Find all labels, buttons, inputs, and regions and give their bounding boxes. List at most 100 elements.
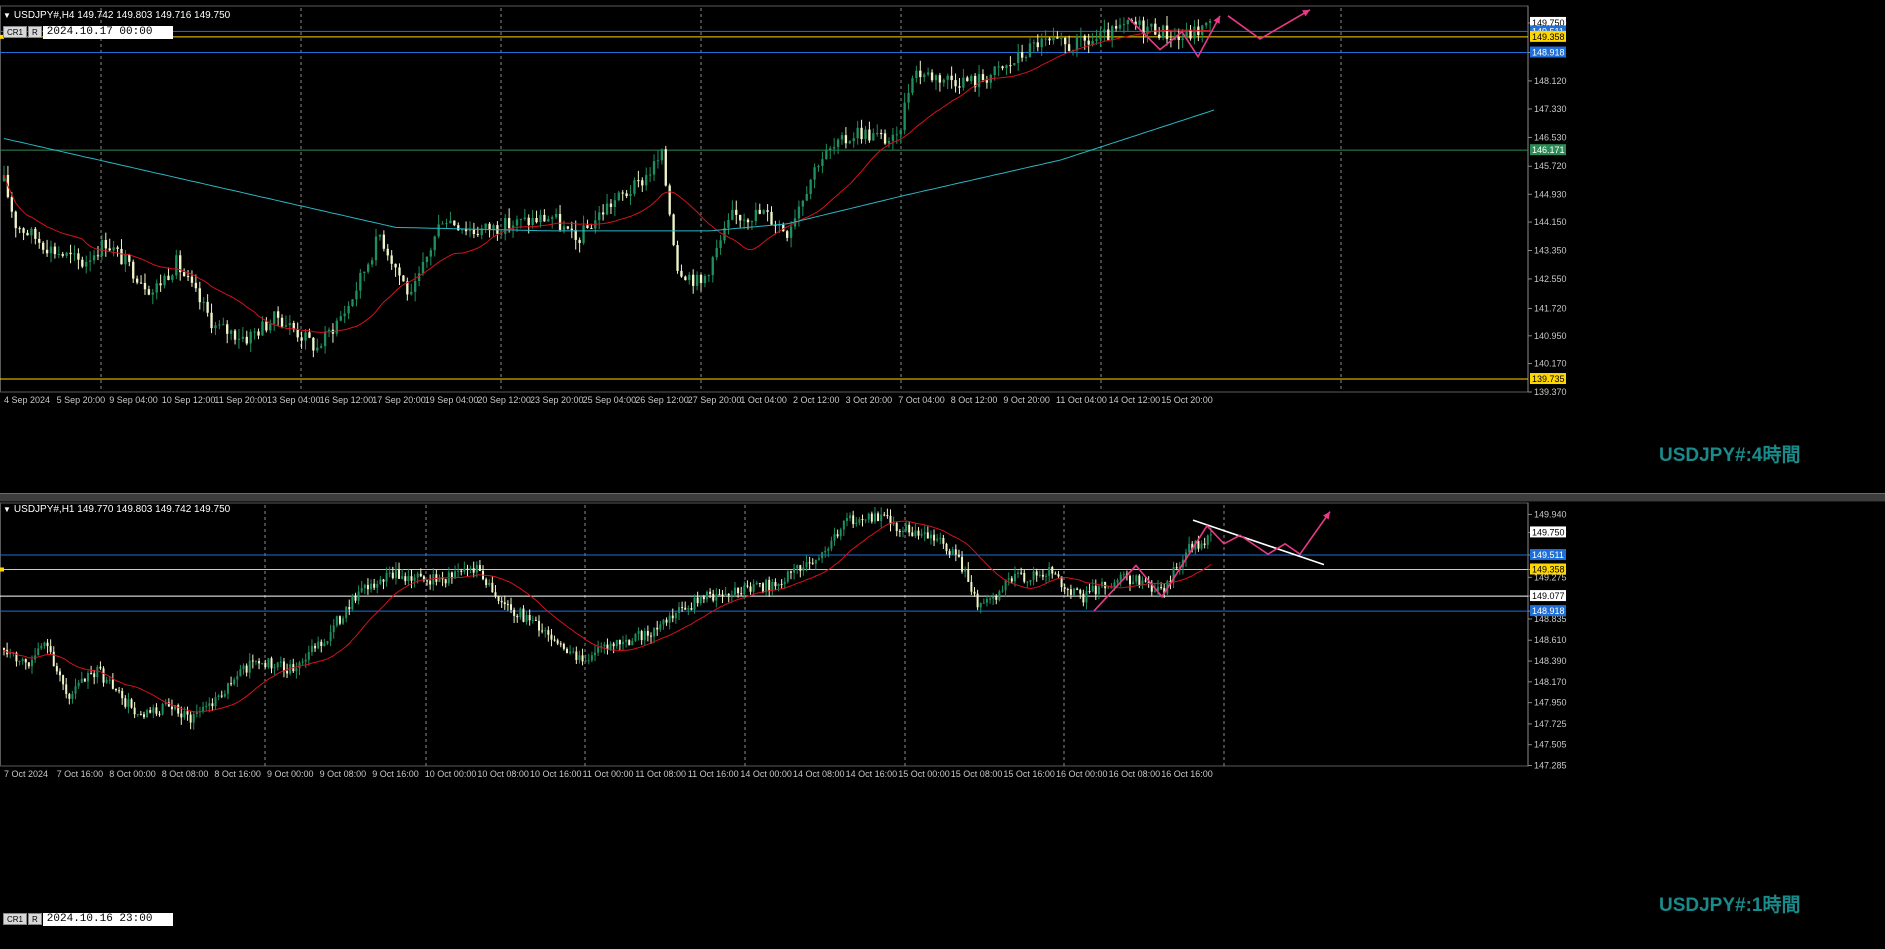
candle [709,588,712,599]
candle-body [192,713,195,723]
line-handle-icon[interactable] [0,567,4,572]
candle [1172,561,1175,588]
candle-body [590,228,593,230]
candle [214,321,217,336]
candle-body [531,218,534,225]
candle [239,664,242,677]
candle [348,599,351,616]
h4-forecast-path-future[interactable] [1227,9,1311,40]
candle-body [357,591,360,601]
h1-trendline[interactable] [1192,519,1325,566]
candle-body [715,247,718,258]
h4-chart-pane[interactable]: 4 Sep 2024 5 Sep 20:00 9 Sep 04:00 10 Sep 1… [0,0,1885,493]
x-tick-label: 26 Sep 12:00 [635,395,689,405]
candle-body [245,336,248,344]
candle [183,706,186,720]
collapse-triangle-icon[interactable]: ▼ [3,11,11,20]
x-tick-label: 2 Oct 12:00 [793,395,840,405]
candle [1135,574,1138,585]
candle [926,526,929,539]
candle [948,548,951,558]
candle [777,583,780,592]
candle [558,205,562,232]
candle [1048,562,1051,582]
candle [472,222,476,239]
candle [1142,16,1145,44]
candle [132,259,135,283]
candle [581,648,584,666]
candle [466,564,469,577]
candle-body [637,631,640,634]
candle [539,209,542,228]
candle [1107,22,1110,41]
candle-body [527,217,530,225]
candle-body [222,324,225,326]
y-tick-label: 148.120 [1534,76,1567,86]
candle [733,581,736,597]
candle [198,281,201,310]
candle-body [433,236,436,251]
candle [304,328,307,350]
h1-chart-pane[interactable]: 7 Oct 2024 7 Oct 16:00 8 Oct 00:00 8 Oct 08… [0,502,1885,949]
candle-body [821,552,824,559]
candle-body [633,180,636,194]
candle [444,578,447,588]
collapse-triangle-icon[interactable]: ▼ [3,505,11,514]
candle [1119,571,1122,587]
candle-body [58,671,61,676]
candle [237,329,241,349]
y-tick-label: 140.170 [1534,359,1567,369]
candle [329,624,332,647]
candle [750,220,754,231]
candle-body [300,337,303,341]
candle [1023,569,1026,584]
h4-chart-canvas[interactable]: 4 Sep 2024 5 Sep 20:00 9 Sep 04:00 10 Sep 1… [0,0,1885,493]
candle [146,708,149,718]
h1-chart-canvas[interactable]: 7 Oct 2024 7 Oct 16:00 8 Oct 00:00 8 Oct 08… [0,502,1885,949]
candle [939,532,942,545]
candle-body [659,624,662,630]
candle-body [469,568,472,570]
candle [269,319,272,334]
candle-body [273,667,276,669]
h1-header-text: USDJPY#,H1 149.770 149.803 149.742 149.7… [13,504,231,515]
candle-body [962,77,965,88]
price-tag-label: 149.358 [1532,564,1565,574]
h1-grid [264,505,1225,766]
candle-body [519,218,523,220]
candle-body [151,292,154,295]
candle-body [233,330,237,340]
candle-body [970,75,973,82]
candle-body [609,643,612,650]
candle-body [351,595,354,610]
candle [22,227,25,241]
candle [783,577,786,589]
candle-body [590,655,593,661]
candle-body [208,703,211,706]
candle [786,569,789,584]
candle-body [468,229,472,232]
h4-forecast-path[interactable] [1127,15,1221,59]
candle-body [363,584,366,589]
candle [977,65,981,97]
candle-body [404,576,407,582]
candle-body [388,572,391,574]
candle [331,323,335,343]
candle-body [873,513,876,522]
candle [531,209,534,229]
candle [839,527,842,541]
candle [65,677,68,699]
candle-body [223,693,226,697]
candle [718,589,721,596]
candle-body [880,514,883,521]
candle [304,653,307,669]
candle-body [111,679,114,689]
h4-x-axis: 4 Sep 2024 5 Sep 20:00 9 Sep 04:00 10 Sep 1… [4,395,1213,405]
x-tick-label: 9 Oct 00:00 [267,769,314,779]
candle-body [821,159,824,166]
candle-body [749,586,752,592]
candle-body [973,591,976,594]
pane-splitter[interactable] [0,493,1885,502]
candle-body [1165,25,1169,40]
candle [139,710,142,716]
